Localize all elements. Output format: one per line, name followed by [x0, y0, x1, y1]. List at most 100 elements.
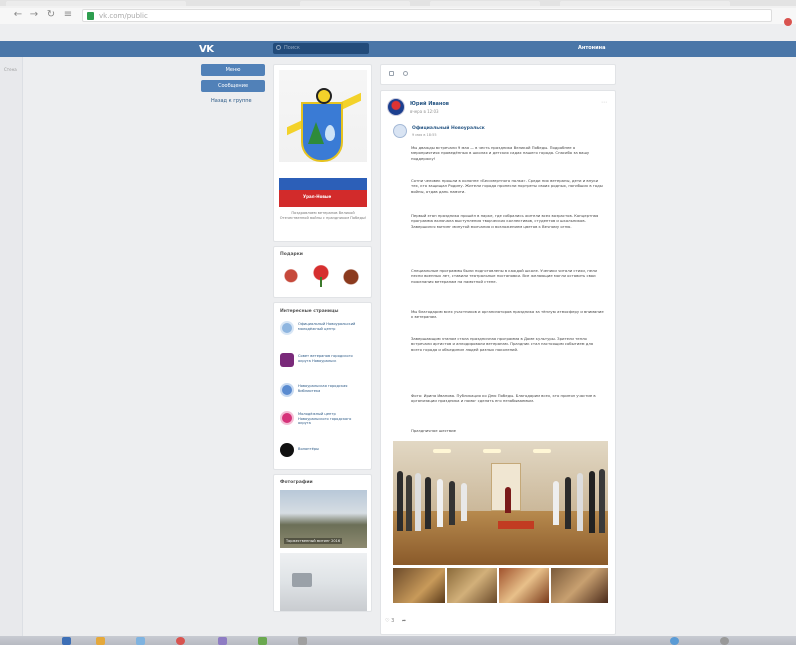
group-avatar [280, 353, 294, 367]
app-icon[interactable] [218, 637, 227, 645]
heart-icon[interactable]: ♡ [385, 618, 389, 624]
post-footer: ♡ 3 ➦ [385, 618, 406, 624]
photo-person [577, 473, 583, 531]
extension-icon[interactable] [784, 18, 792, 26]
photo-person [415, 473, 421, 531]
app-icon[interactable] [96, 637, 105, 645]
group-avatar [280, 383, 294, 397]
gifts-title[interactable]: Подарки [280, 252, 303, 257]
browser-tab[interactable] [430, 1, 540, 6]
vk-logo[interactable]: VK [199, 44, 214, 55]
search-input[interactable]: Поиск [273, 43, 369, 54]
arrow-left-icon[interactable]: ← [12, 9, 24, 21]
group-avatar [280, 321, 294, 335]
photo-light [483, 449, 501, 453]
gutter-label[interactable]: Стена [4, 67, 17, 72]
post-paragraph: Завершающим этапом стала праздничная про… [411, 336, 594, 352]
repost-date[interactable]: 9 мая в 18:55 [412, 133, 437, 137]
post-paragraph: Мы благодарим всех участников и организа… [411, 309, 604, 320]
browser-tab[interactable] [560, 1, 730, 6]
group-avatar [280, 411, 294, 425]
search-placeholder: Поиск [284, 45, 300, 51]
app-icon[interactable] [720, 637, 729, 645]
community-emblem[interactable]: Урал-Новые [279, 70, 367, 207]
photo-thumbnail[interactable] [499, 568, 549, 603]
list-item[interactable]: Официальный Новоуральский молодёжный цен… [280, 321, 365, 343]
more-icon[interactable]: ⋯ [601, 99, 607, 106]
list-item[interactable]: Молодёжный центр Новоуральского городско… [280, 411, 365, 433]
photo-person [461, 483, 467, 521]
post-paragraph: Праздничное шествие [411, 428, 456, 433]
app-icon[interactable] [670, 637, 679, 645]
flower-icon[interactable] [312, 265, 330, 287]
feed-tabs [380, 64, 616, 85]
browser-tab[interactable] [6, 1, 186, 6]
gifts-card: Подарки [273, 246, 372, 298]
group-name: Волонтёры [298, 447, 319, 451]
group-name: Молодёжный центр Новоуральского городско… [298, 412, 352, 425]
photo-thumbnail[interactable] [551, 568, 608, 603]
photo-object [292, 573, 312, 587]
reload-icon[interactable]: ↻ [45, 9, 57, 21]
photo-thumbnail[interactable] [393, 568, 445, 603]
app-icon[interactable] [258, 637, 267, 645]
photo-person [449, 481, 455, 525]
arrow-right-icon[interactable]: → [28, 9, 40, 21]
photo-person [599, 469, 605, 533]
address-row: ← → ↻ ≡ vk.com/public [0, 8, 796, 26]
user-menu[interactable]: Антонина [578, 45, 605, 51]
left-gutter: Стена [0, 57, 23, 637]
url-text: vk.com/public [99, 12, 148, 20]
page-info-icon[interactable]: ≡ [62, 9, 74, 21]
post-author[interactable]: Юрий Иванов [410, 101, 449, 107]
share-icon[interactable]: ➦ [402, 618, 406, 624]
photo-person [437, 479, 443, 527]
group-name: Официальный Новоуральский молодёжный цен… [298, 322, 356, 331]
star-icon[interactable] [342, 267, 360, 289]
vk-header: VK Поиск Антонина [0, 41, 796, 57]
app-icon[interactable] [298, 637, 307, 645]
author-avatar[interactable] [387, 98, 405, 116]
photo-thumbnail[interactable] [280, 553, 367, 611]
app-icon[interactable] [62, 637, 71, 645]
photo-person [505, 487, 511, 513]
stem [320, 277, 322, 287]
list-item[interactable]: Новоуральская городская библиотека [280, 383, 365, 405]
atom-icon [316, 88, 332, 104]
browser-tab[interactable] [300, 1, 410, 6]
photos-card: Фотографии Торжественный митинг 2016 [273, 474, 372, 612]
community-card: Урал-Новые Поздравляем ветеранов Великой… [273, 64, 372, 242]
photo-carpet [498, 521, 534, 529]
post-date[interactable]: вчера в 12:03 [410, 109, 439, 114]
menu-button[interactable]: Меню [201, 64, 265, 76]
list-item[interactable]: Совет ветеранов городского округа Новоур… [280, 353, 365, 375]
like-count: 3 [391, 618, 395, 624]
browser-icon[interactable] [176, 637, 185, 645]
group-name: Совет ветеранов городского округа Новоур… [298, 354, 353, 363]
photos-title[interactable]: Фотографии [280, 480, 313, 485]
url-bar[interactable]: vk.com/public [82, 9, 772, 22]
post-paragraph: Первый этап праздника прошёл в парке, гд… [411, 213, 599, 229]
drop-icon [325, 125, 335, 141]
back-to-group-link[interactable]: Назад к группе [211, 98, 252, 104]
app-icon[interactable] [136, 637, 145, 645]
photo-thumbnail[interactable]: Торжественный митинг 2016 [280, 490, 367, 548]
photo-caption: Торжественный митинг 2016 [284, 538, 343, 544]
group-name: Новоуральская городская библиотека [298, 384, 348, 393]
repost-author[interactable]: Официальный Новоуральск [412, 126, 485, 131]
emblem-caption: Урал-Новые [303, 194, 332, 199]
post-paragraph: Фото: Ирина Иванова. Публикация ко Дню П… [411, 393, 596, 404]
message-button[interactable]: Сообщение [201, 80, 265, 92]
group-avatar [280, 443, 294, 457]
gift-icon[interactable] [282, 267, 300, 289]
repost-avatar[interactable] [393, 124, 407, 138]
photo-person [406, 475, 412, 531]
search-icon [276, 45, 281, 50]
photo-person [397, 471, 403, 531]
filter-icon[interactable] [389, 71, 394, 76]
list-item[interactable]: Волонтёры [280, 443, 365, 465]
search-icon[interactable] [403, 71, 408, 76]
photo-thumbnail[interactable] [447, 568, 497, 603]
post-photo[interactable] [393, 441, 608, 565]
groups-title[interactable]: Интересные страницы [280, 309, 338, 314]
